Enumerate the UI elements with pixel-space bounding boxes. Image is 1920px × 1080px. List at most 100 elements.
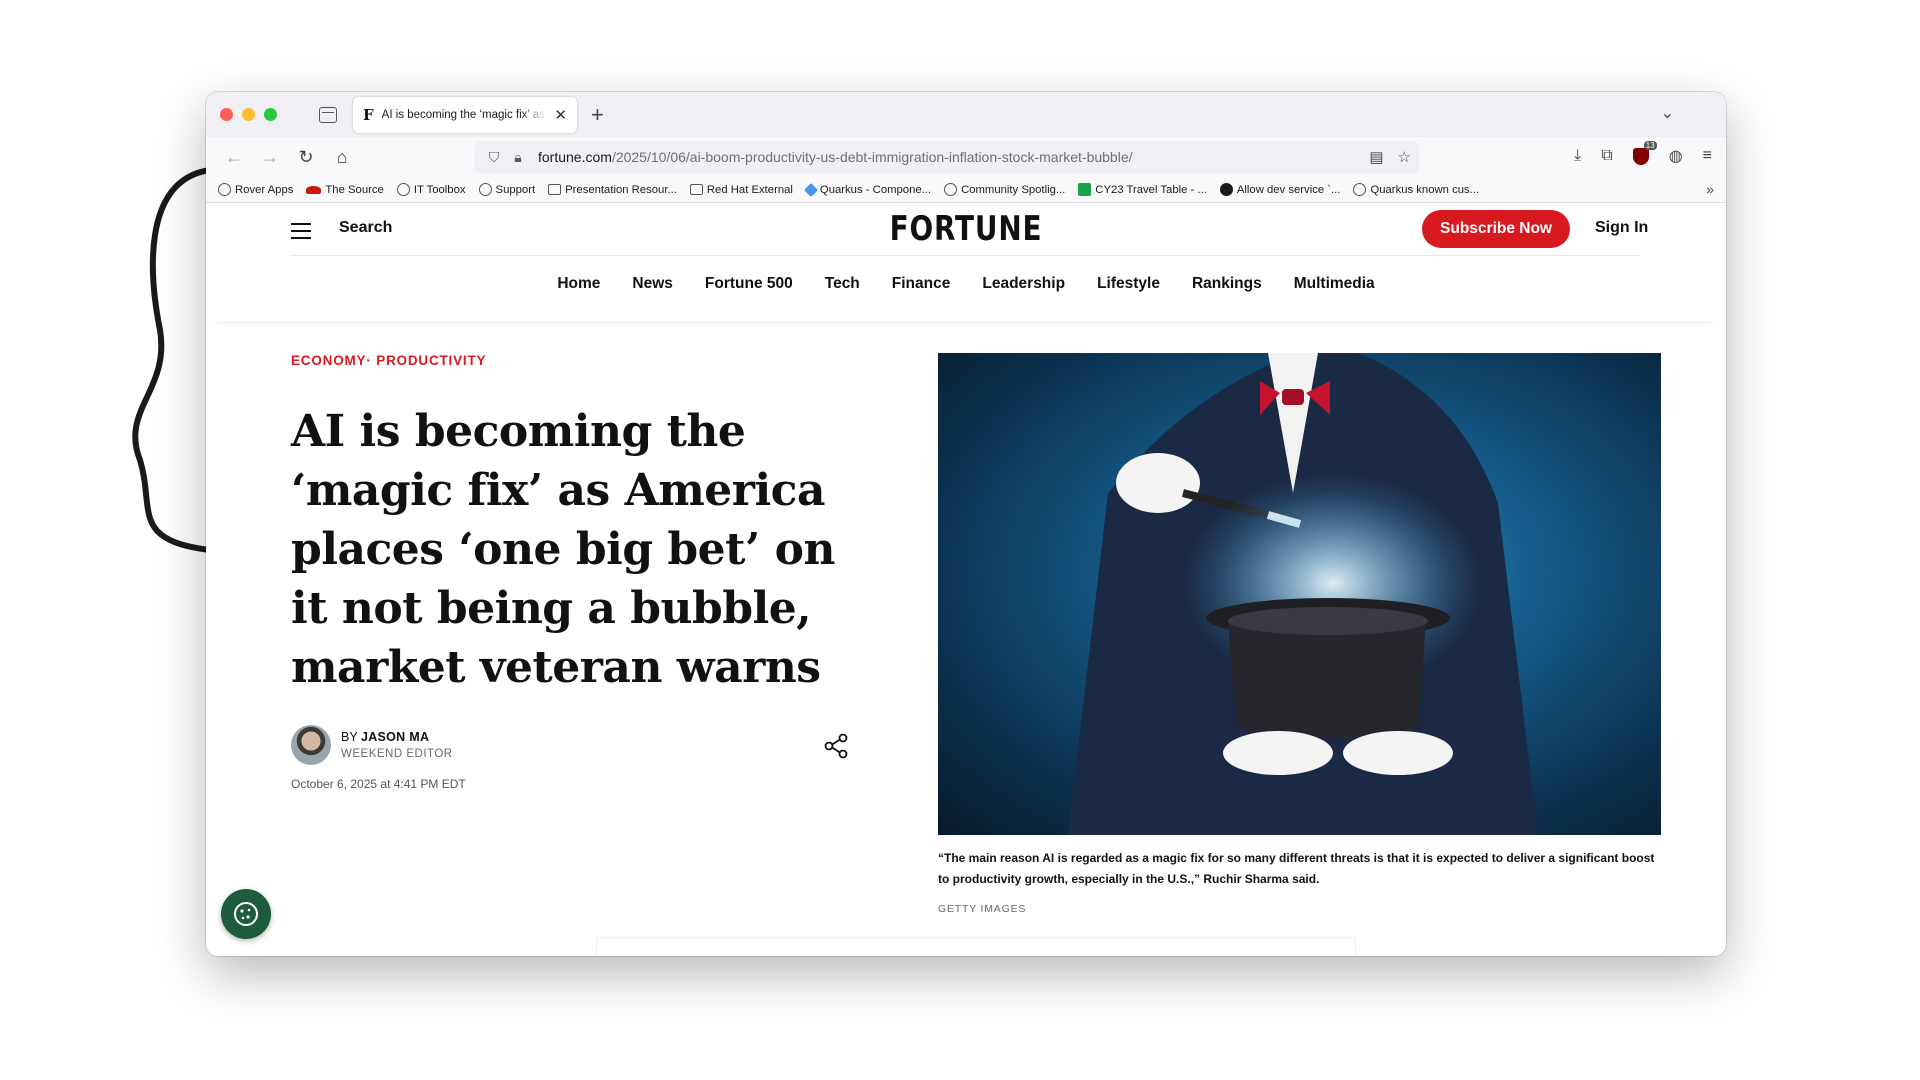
tab-title: AI is becoming the ‘magic fix’ as Americ… <box>381 108 547 121</box>
globe-icon <box>396 183 410 196</box>
nav-rankings[interactable]: Rankings <box>1192 275 1262 293</box>
folder-icon <box>548 184 562 195</box>
nav-news[interactable]: News <box>632 275 673 293</box>
bookmarks-toolbar: Rover Apps The Source IT Toolbox Support… <box>206 177 1726 203</box>
author-role: WEEKEND EDITOR <box>341 748 453 760</box>
lock-icon[interactable]: 🔒︎ <box>506 149 530 166</box>
globe-icon <box>478 183 492 196</box>
bookmark-item[interactable]: CY23 Travel Table - ... <box>1078 183 1207 196</box>
sign-in-link[interactable]: Sign In <box>1595 219 1648 237</box>
globe-icon <box>944 183 958 196</box>
navigation-toolbar: ← → ↻ ⌂ ⛉ 🔒︎ fortune.com/2025/10/06/ai-b… <box>206 137 1726 177</box>
hero-image-magician <box>938 353 1661 835</box>
bookmark-label: Presentation Resour... <box>565 183 677 196</box>
window-controls <box>220 108 277 121</box>
nav-lifestyle[interactable]: Lifestyle <box>1097 275 1160 293</box>
list-all-tabs-chevron-icon[interactable]: ⌄ <box>1661 103 1674 123</box>
cookie-settings-button[interactable] <box>221 889 271 939</box>
fortune-logo[interactable]: FORTUNE <box>343 209 1589 249</box>
globe-icon <box>1353 183 1367 196</box>
bookmark-folder[interactable]: Red Hat External <box>689 183 793 196</box>
byline: BY JASON MA WEEKEND EDITOR <box>291 725 861 765</box>
url-path: /2025/10/06/ai-boom-productivity-us-debt… <box>611 149 1133 165</box>
bookmark-item[interactable]: Allow dev service `... <box>1219 183 1341 196</box>
app-menu-icon[interactable]: ≡ <box>1703 147 1712 165</box>
web-page: Search FORTUNE Subscribe Now Sign In Hom… <box>206 203 1726 956</box>
share-icon[interactable] <box>821 731 851 761</box>
bookmark-item[interactable]: Community Spotlig... <box>944 183 1065 196</box>
more-bookmarks-chevron-icon[interactable]: » <box>1706 181 1714 197</box>
reader-view-icon[interactable]: ▤ <box>1369 148 1383 166</box>
new-tab-button[interactable]: + <box>591 102 604 128</box>
main-nav: Home News Fortune 500 Tech Finance Leade… <box>206 275 1726 293</box>
browser-window: F AI is becoming the ‘magic fix’ as Amer… <box>206 92 1726 956</box>
sheets-icon <box>1078 183 1092 196</box>
tab-manager-icon[interactable] <box>319 106 337 123</box>
bookmark-label: Rover Apps <box>235 183 294 196</box>
url-domain: fortune.com <box>538 149 612 165</box>
cookie-icon <box>234 902 258 926</box>
home-button[interactable]: ⌂ <box>324 147 360 168</box>
bookmark-label: Support <box>495 183 536 196</box>
header-divider <box>291 255 1641 256</box>
url-bar[interactable]: ⛉ 🔒︎ fortune.com/2025/10/06/ai-boom-prod… <box>474 141 1419 173</box>
subscribe-button[interactable]: Subscribe Now <box>1422 210 1570 248</box>
image-caption: “The main reason AI is regarded as a mag… <box>938 851 1655 886</box>
bookmark-item[interactable]: Quarkus - Compone... <box>803 182 932 197</box>
bookmark-label: CY23 Travel Table - ... <box>1095 183 1207 196</box>
account-icon[interactable]: ◍ <box>1669 146 1683 166</box>
bookmark-folder[interactable]: Presentation Resour... <box>548 184 677 196</box>
back-button[interactable]: ← <box>216 147 252 168</box>
github-icon <box>1219 183 1233 196</box>
url-text[interactable]: fortune.com/2025/10/06/ai-boom-productiv… <box>538 149 1133 165</box>
image-credit: GETTY IMAGES <box>938 903 1027 915</box>
extensions-puzzle-icon[interactable]: ⧉ <box>1601 147 1612 165</box>
minimize-window-button[interactable] <box>242 108 255 121</box>
bookmark-label: Red Hat External <box>706 183 793 196</box>
below-fold-card <box>596 937 1356 956</box>
site-header: Search FORTUNE Subscribe Now Sign In Hom… <box>206 203 1726 321</box>
bookmark-label: Quarkus - Compone... <box>819 183 932 196</box>
nav-multimedia[interactable]: Multimedia <box>1294 275 1375 293</box>
nav-finance[interactable]: Finance <box>892 275 951 293</box>
bookmark-label: Quarkus known cus... <box>1370 183 1480 196</box>
nav-home[interactable]: Home <box>557 275 600 293</box>
maximize-window-button[interactable] <box>264 108 277 121</box>
article-category[interactable]: ECONOMY· PRODUCTIVITY <box>291 353 861 368</box>
byline-prefix: BY <box>341 730 358 744</box>
quarkus-icon <box>803 182 818 197</box>
author-name[interactable]: JASON MA <box>361 730 429 744</box>
article-headline: AI is becoming the ‘magic fix’ as Americ… <box>291 406 835 693</box>
globe-icon <box>218 183 231 196</box>
bookmark-item[interactable]: IT Toolbox <box>396 183 466 196</box>
close-window-button[interactable] <box>220 108 233 121</box>
active-tab[interactable]: F AI is becoming the ‘magic fix’ as Amer… <box>353 96 577 133</box>
hamburger-menu-icon[interactable] <box>291 223 311 244</box>
redhat-icon <box>306 185 322 194</box>
bookmark-item[interactable]: Support <box>478 183 536 196</box>
nav-leadership[interactable]: Leadership <box>982 275 1065 293</box>
forward-button[interactable]: → <box>252 147 288 168</box>
nav-fortune-500[interactable]: Fortune 500 <box>705 275 793 293</box>
tab-favicon-icon: F <box>363 105 374 124</box>
article-header: ECONOMY· PRODUCTIVITY AI is becoming the… <box>291 353 861 791</box>
tab-close-icon[interactable]: ✕ <box>554 106 567 124</box>
reload-button[interactable]: ↻ <box>288 147 324 168</box>
tracking-protection-shield-icon[interactable]: ⛉ <box>482 149 506 166</box>
tab-strip: F AI is becoming the ‘magic fix’ as Amer… <box>206 92 1726 137</box>
downloads-icon[interactable]: ⤓ <box>1574 147 1581 165</box>
ublock-shield-icon[interactable]: 13 <box>1632 140 1657 165</box>
publish-date: October 6, 2025 at 4:41 PM EDT <box>291 777 466 791</box>
ublock-count-badge: 13 <box>1643 140 1657 150</box>
bookmark-item[interactable]: The Source <box>306 183 384 196</box>
bookmark-label: IT Toolbox <box>413 183 466 196</box>
bookmark-star-icon[interactable]: ☆ <box>1398 148 1411 166</box>
bookmark-item[interactable]: Quarkus known cus... <box>1353 183 1479 196</box>
bookmark-label: The Source <box>325 183 384 196</box>
bookmark-item[interactable]: Rover Apps <box>218 183 293 196</box>
bookmark-label: Community Spotlig... <box>961 183 1066 196</box>
author-avatar[interactable] <box>291 725 331 765</box>
bookmark-label: Allow dev service `... <box>1236 183 1341 196</box>
folder-icon <box>689 184 703 195</box>
nav-tech[interactable]: Tech <box>825 275 860 293</box>
